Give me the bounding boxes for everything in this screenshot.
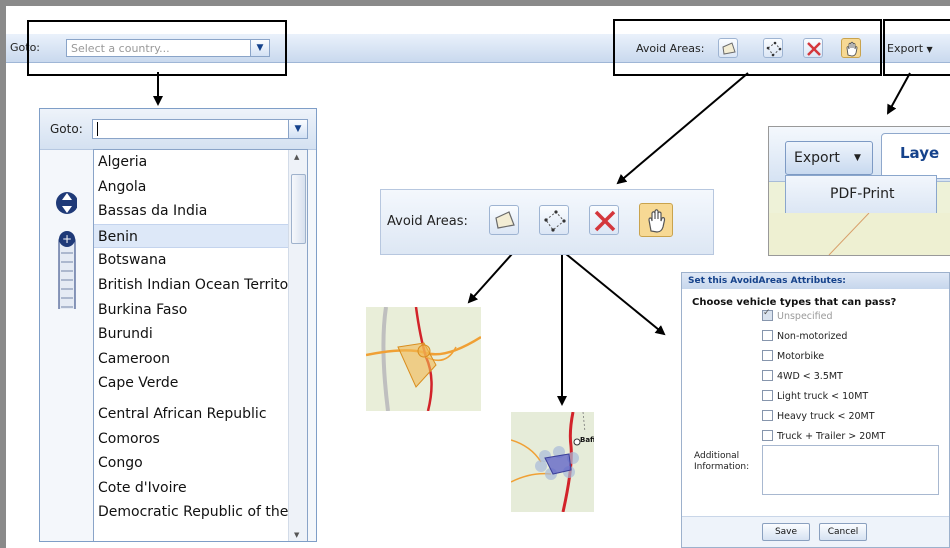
country-list-item[interactable]: Central African Republic	[94, 402, 307, 427]
vehicle-option-checkbox[interactable]	[762, 330, 773, 341]
additional-info-textarea[interactable]	[762, 445, 939, 495]
save-button[interactable]: Save	[762, 523, 810, 541]
vehicle-option[interactable]: Non-motorized	[762, 330, 848, 342]
country-list-item[interactable]: Cote d'Ivoire	[94, 476, 307, 501]
vehicle-option-checkbox[interactable]	[762, 370, 773, 381]
rectangle-area-map-drawing: Bafilo	[511, 412, 594, 512]
vehicle-option[interactable]: Truck + Trailer > 20MT	[762, 430, 886, 442]
svg-text:+: +	[62, 232, 72, 246]
text-cursor	[97, 122, 98, 136]
additional-info-label-1: Additional	[694, 451, 740, 461]
goto-dropdown-panel: Goto: ▼ Algeria Angola Bassas da India Beni…	[39, 108, 317, 542]
pan-hand-button[interactable]	[639, 203, 673, 237]
country-list-scrollbar[interactable]: ▲ ▼	[288, 150, 307, 541]
dialog-footer: Save Cancel	[682, 516, 949, 547]
polygon-area-map	[366, 307, 481, 411]
export-zoom-button[interactable]: Export ▼	[785, 141, 873, 175]
avoid-areas-zoom-label: Avoid Areas:	[387, 214, 468, 229]
country-list-item[interactable]: Burundi	[94, 322, 307, 347]
country-list[interactable]: Algeria Angola Bassas da India Benin Botswan…	[93, 149, 308, 541]
rectangle-tool-icon	[544, 210, 566, 232]
polygon-area-map-drawing	[366, 307, 481, 411]
country-list-item[interactable]: British Indian Ocean Territo	[94, 273, 307, 298]
country-list-items: Algeria Angola Bassas da India Benin Botswan…	[94, 150, 307, 525]
vehicle-option-checkbox[interactable]	[762, 410, 773, 421]
country-list-item[interactable]: Cape Verde	[94, 371, 307, 396]
country-list-item[interactable]: Botswana	[94, 248, 307, 273]
dialog-question: Choose vehicle types that can pass?	[692, 297, 897, 308]
country-list-item[interactable]: Benin	[94, 223, 307, 249]
vehicle-option-label: Motorbike	[777, 351, 825, 362]
export-menu: PDF-Print	[785, 175, 937, 215]
vehicle-option-label: 4WD < 3.5MT	[777, 371, 843, 382]
export-zoom-label: Export	[794, 150, 840, 166]
vehicle-option[interactable]: Motorbike	[762, 350, 825, 362]
vehicle-option-checkbox[interactable]	[762, 390, 773, 401]
export-map-background	[769, 213, 950, 255]
map-navigation-control[interactable]: +	[55, 129, 77, 309]
pdf-print-menu-item[interactable]: PDF-Print	[830, 186, 895, 202]
vehicle-option-checkbox[interactable]	[762, 350, 773, 361]
country-list-item[interactable]: Congo	[94, 451, 307, 476]
rectangle-tool-button[interactable]	[539, 205, 569, 235]
country-list-item[interactable]: Angola	[94, 175, 307, 200]
scrollbar-thumb[interactable]	[291, 174, 306, 244]
chevron-down-icon[interactable]: ▼	[288, 120, 307, 138]
goto-dropdown-header: Goto: ▼	[40, 109, 316, 150]
layers-tab[interactable]: Laye	[881, 133, 950, 179]
vehicle-option[interactable]: 4WD < 3.5MT	[762, 370, 843, 382]
additional-info-label-2: Information:	[694, 462, 750, 472]
vehicle-option-label: Non-motorized	[777, 331, 848, 342]
caret-down-icon: ▼	[854, 153, 861, 163]
rectangle-area-map: Bafilo	[511, 412, 594, 512]
vehicle-option-label: Light truck < 10MT	[777, 391, 869, 402]
avoid-areas-zoom-panel: Avoid Areas:	[380, 189, 714, 255]
vehicle-option-checkbox[interactable]	[762, 430, 773, 441]
cancel-button[interactable]: Cancel	[819, 523, 867, 541]
delete-area-button[interactable]	[589, 205, 619, 235]
country-list-item[interactable]: Cameroon	[94, 347, 307, 372]
dialog-title: Set this AvoidAreas Attributes:	[682, 273, 949, 289]
layers-tab-label: Laye	[900, 144, 940, 162]
vehicle-option-label: Truck + Trailer > 20MT	[777, 431, 886, 442]
country-list-item[interactable]: Burkina Faso	[94, 298, 307, 323]
country-list-item[interactable]: Comoros	[94, 427, 307, 452]
vehicle-option[interactable]: Unspecified	[762, 308, 833, 322]
goto-dropdown-input[interactable]: ▼	[92, 119, 308, 139]
avoid-areas-attributes-dialog: Set this AvoidAreas Attributes: Choose v…	[681, 272, 950, 548]
country-list-item[interactable]: Algeria	[94, 150, 307, 175]
scroll-down-icon[interactable]: ▼	[294, 531, 299, 539]
vehicle-option-label: Heavy truck < 20MT	[777, 411, 875, 422]
country-list-item[interactable]: Democratic Republic of the	[94, 500, 307, 525]
pan-hand-icon	[648, 209, 666, 233]
scroll-up-icon[interactable]: ▲	[294, 153, 299, 161]
vehicle-option-checkbox[interactable]	[762, 308, 773, 321]
vehicle-option-label: Unspecified	[777, 311, 833, 322]
country-list-item[interactable]: Bassas da India	[94, 199, 307, 224]
polygon-tool-icon	[495, 211, 515, 229]
delete-area-icon	[594, 210, 616, 232]
vehicle-option[interactable]: Light truck < 10MT	[762, 390, 869, 402]
polygon-tool-button[interactable]	[489, 205, 519, 235]
vehicle-option[interactable]: Heavy truck < 20MT	[762, 410, 875, 422]
map2-place-label: Bafilo	[580, 436, 594, 444]
export-zoom-panel: Export ▼ Laye PDF-Print	[768, 126, 950, 256]
